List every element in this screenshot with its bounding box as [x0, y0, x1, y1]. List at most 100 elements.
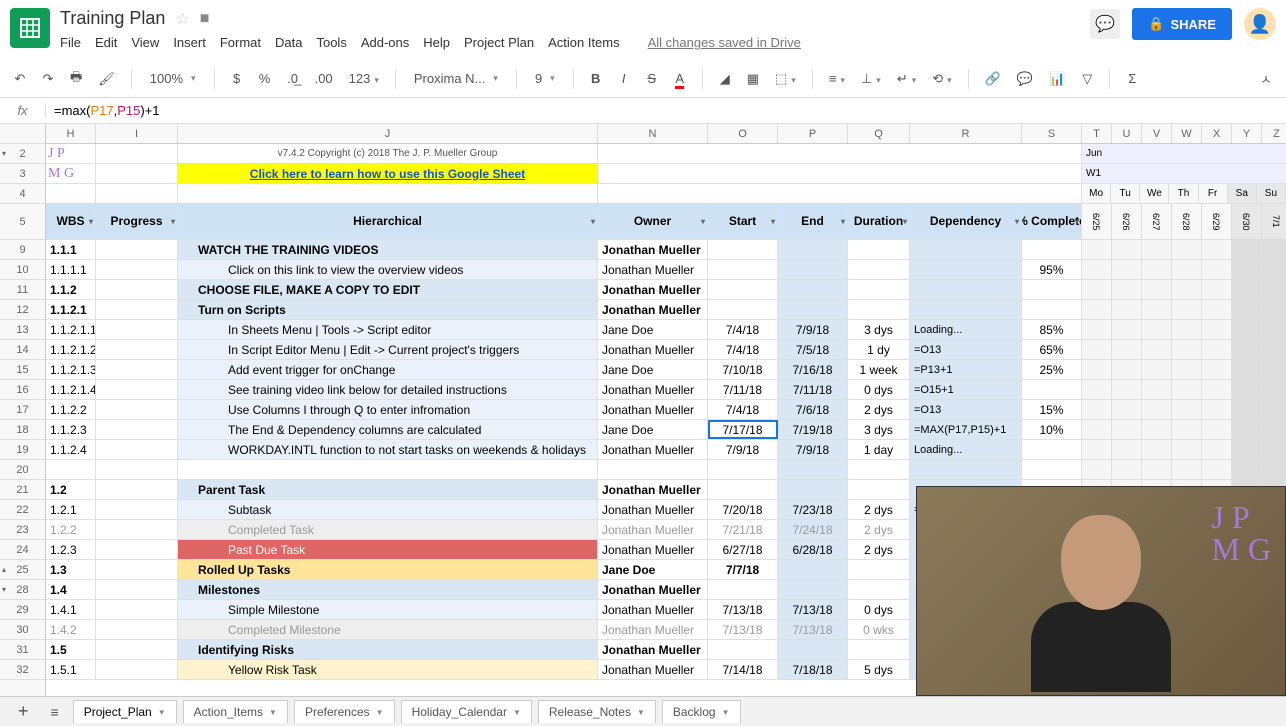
end-cell[interactable]: 7/19/18	[778, 420, 848, 439]
end-cell[interactable]	[778, 300, 848, 319]
col-Q[interactable]: Q	[848, 124, 910, 143]
chevron-down-icon[interactable]: ▼	[513, 708, 521, 717]
duration-cell[interactable]	[848, 280, 910, 299]
duration-cell[interactable]: 0 dys	[848, 600, 910, 619]
tab-release_notes[interactable]: Release_Notes▼	[538, 700, 656, 723]
end-cell[interactable]: 7/5/18	[778, 340, 848, 359]
pct-cell[interactable]: 85%	[1022, 320, 1082, 339]
tab-holiday_calendar[interactable]: Holiday_Calendar▼	[401, 700, 532, 723]
dependency-cell[interactable]: =O15+1	[910, 380, 1022, 399]
start-cell[interactable]: 7/7/18	[708, 560, 778, 579]
duration-cell[interactable]: 5 dys	[848, 660, 910, 679]
progress-cell[interactable]	[96, 640, 178, 659]
rowhdr-30[interactable]: 30	[0, 620, 45, 640]
pct-cell[interactable]	[1022, 380, 1082, 399]
duration-cell[interactable]: 2 dys	[848, 400, 910, 419]
progress-cell[interactable]	[96, 260, 178, 279]
paint-format-icon[interactable]: 🖌	[94, 67, 119, 91]
doc-title[interactable]: Training Plan	[60, 8, 165, 29]
wbs-cell[interactable]: 1.5.1	[46, 660, 96, 679]
pct-cell[interactable]: 10%	[1022, 420, 1082, 439]
percent-icon[interactable]: %	[255, 67, 275, 90]
progress-cell[interactable]	[96, 440, 178, 459]
menu-format[interactable]: Format	[220, 35, 261, 50]
valign-icon[interactable]: ⊥	[857, 67, 885, 91]
rowhdr-28[interactable]: ▾28	[0, 580, 45, 600]
task-name[interactable]: See training video link below for detail…	[178, 380, 598, 399]
col-U[interactable]: U	[1112, 124, 1142, 143]
end-cell[interactable]: 7/13/18	[778, 620, 848, 639]
end-cell[interactable]	[778, 280, 848, 299]
start-cell[interactable]: 6/27/18	[708, 540, 778, 559]
start-cell[interactable]	[708, 300, 778, 319]
wbs-cell[interactable]: 1.1.2.1.1	[46, 320, 96, 339]
menu-data[interactable]: Data	[275, 35, 302, 50]
col-X[interactable]: X	[1202, 124, 1232, 143]
owner-cell[interactable]: Jonathan Mueller	[598, 480, 708, 499]
dec-decrease-icon[interactable]: .0̲	[283, 67, 303, 90]
progress-cell[interactable]	[96, 460, 178, 479]
all-sheets-button[interactable]: ≡	[43, 704, 67, 720]
halign-icon[interactable]: ≡	[825, 67, 849, 90]
owner-cell[interactable]: Jonathan Mueller	[598, 600, 708, 619]
duration-cell[interactable]: 2 dys	[848, 520, 910, 539]
end-cell[interactable]	[778, 480, 848, 499]
pct-cell[interactable]	[1022, 280, 1082, 299]
hdr-duration[interactable]: Duration	[848, 204, 910, 239]
menu-action-items[interactable]: Action Items	[548, 35, 620, 50]
progress-cell[interactable]	[96, 520, 178, 539]
bold-icon[interactable]: B	[586, 67, 606, 90]
end-cell[interactable]: 7/18/18	[778, 660, 848, 679]
rowhdr-10[interactable]: 10	[0, 260, 45, 280]
add-sheet-button[interactable]: +	[10, 701, 37, 722]
undo-icon[interactable]: ↶	[10, 67, 30, 91]
rowhdr-11[interactable]: 11	[0, 280, 45, 300]
duration-cell[interactable]: 2 dys	[848, 540, 910, 559]
progress-cell[interactable]	[96, 300, 178, 319]
owner-cell[interactable]: Jonathan Mueller	[598, 440, 708, 459]
pct-cell[interactable]: 95%	[1022, 260, 1082, 279]
start-cell[interactable]	[708, 260, 778, 279]
wbs-cell[interactable]: 1.2.2	[46, 520, 96, 539]
avatar[interactable]: 👤	[1244, 8, 1276, 40]
task-name[interactable]: Milestones	[178, 580, 598, 599]
dependency-cell[interactable]: Loading...	[910, 440, 1022, 459]
start-cell[interactable]: 7/13/18	[708, 620, 778, 639]
redo-icon[interactable]: ↷	[38, 67, 58, 91]
task-name[interactable]: Past Due Task	[178, 540, 598, 559]
duration-cell[interactable]: 2 dys	[848, 500, 910, 519]
start-cell[interactable]: 7/20/18	[708, 500, 778, 519]
print-icon[interactable]: 🖶	[66, 64, 86, 94]
chevron-down-icon[interactable]: ▼	[637, 708, 645, 717]
menu-insert[interactable]: Insert	[173, 35, 206, 50]
wrap-icon[interactable]: ↵	[893, 67, 920, 91]
borders-icon[interactable]: ▦	[743, 67, 763, 91]
dependency-cell[interactable]: =O13	[910, 400, 1022, 419]
menu-help[interactable]: Help	[423, 35, 450, 50]
start-cell[interactable]: 7/4/18	[708, 340, 778, 359]
rowhdr-16[interactable]: 16	[0, 380, 45, 400]
rowhdr-19[interactable]: 19	[0, 440, 45, 460]
formula-input[interactable]: =max(P17,P15)+1	[46, 103, 1286, 119]
owner-cell[interactable]: Jonathan Mueller	[598, 620, 708, 639]
duration-cell[interactable]	[848, 260, 910, 279]
text-color-icon[interactable]: A	[670, 67, 690, 90]
progress-cell[interactable]	[96, 380, 178, 399]
owner-cell[interactable]: Jonathan Mueller	[598, 240, 708, 259]
rowhdr-12[interactable]: 12	[0, 300, 45, 320]
duration-cell[interactable]: 1 day	[848, 440, 910, 459]
rowhdr-13[interactable]: 13	[0, 320, 45, 340]
dependency-cell[interactable]: =MAX(P17,P15)+1	[910, 420, 1022, 439]
rowhdr-21[interactable]: 21	[0, 480, 45, 500]
dependency-cell[interactable]	[910, 300, 1022, 319]
rowhdr-18[interactable]: 18	[0, 420, 45, 440]
progress-cell[interactable]	[96, 280, 178, 299]
wbs-cell[interactable]: 1.1.2.3	[46, 420, 96, 439]
wbs-cell[interactable]: 1.2	[46, 480, 96, 499]
task-name[interactable]: CHOOSE FILE, MAKE A COPY TO EDIT	[178, 280, 598, 299]
end-cell[interactable]: 7/13/18	[778, 600, 848, 619]
hdr-end[interactable]: End	[778, 204, 848, 239]
col-Z[interactable]: Z	[1262, 124, 1286, 143]
task-name[interactable]: Completed Milestone	[178, 620, 598, 639]
hdr-owner[interactable]: Owner	[598, 204, 708, 239]
